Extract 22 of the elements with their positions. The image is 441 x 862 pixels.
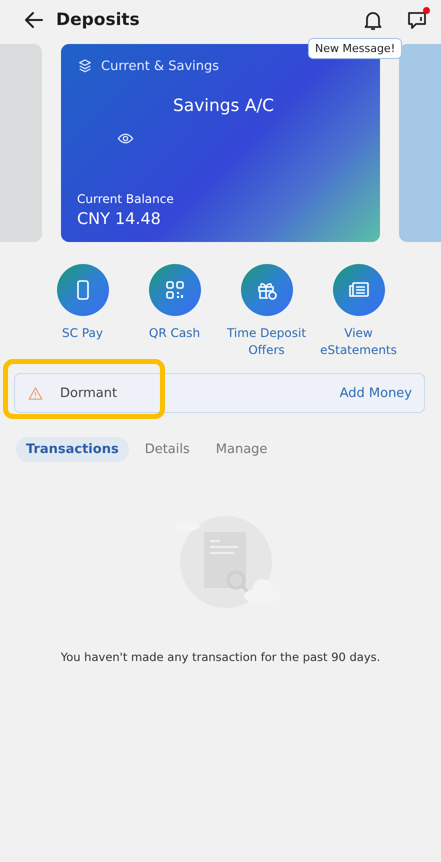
action-label[interactable]: View eStatements (314, 325, 402, 359)
warning-icon (27, 384, 44, 402)
add-money-link[interactable]: Add Money (340, 386, 412, 400)
status-text: Dormant (60, 386, 118, 400)
account-category: Current & Savings (101, 58, 220, 74)
tab[interactable]: Manage (206, 437, 278, 462)
layers-icon (77, 58, 93, 74)
action-label[interactable]: QR Cash (130, 325, 218, 342)
action-label[interactable]: Time Deposit Offers (222, 325, 310, 359)
balance-amount: CNY 14.48 (77, 209, 162, 228)
action-button[interactable] (332, 264, 384, 316)
account-name: Savings A/C (173, 96, 276, 116)
page-title: Deposits (56, 10, 141, 30)
empty-state-message: You haven't made any transaction for the past 90 days. (60, 650, 380, 664)
tab[interactable]: Transactions (16, 437, 129, 462)
tab[interactable]: Details (134, 437, 200, 462)
balance-label: Current Balance (77, 192, 175, 206)
action-button[interactable] (56, 264, 108, 316)
action-label[interactable]: SC Pay (38, 325, 126, 342)
new-message-tooltip: New Message! (308, 38, 402, 59)
action-button[interactable] (240, 264, 292, 316)
action-button[interactable] (148, 264, 200, 316)
